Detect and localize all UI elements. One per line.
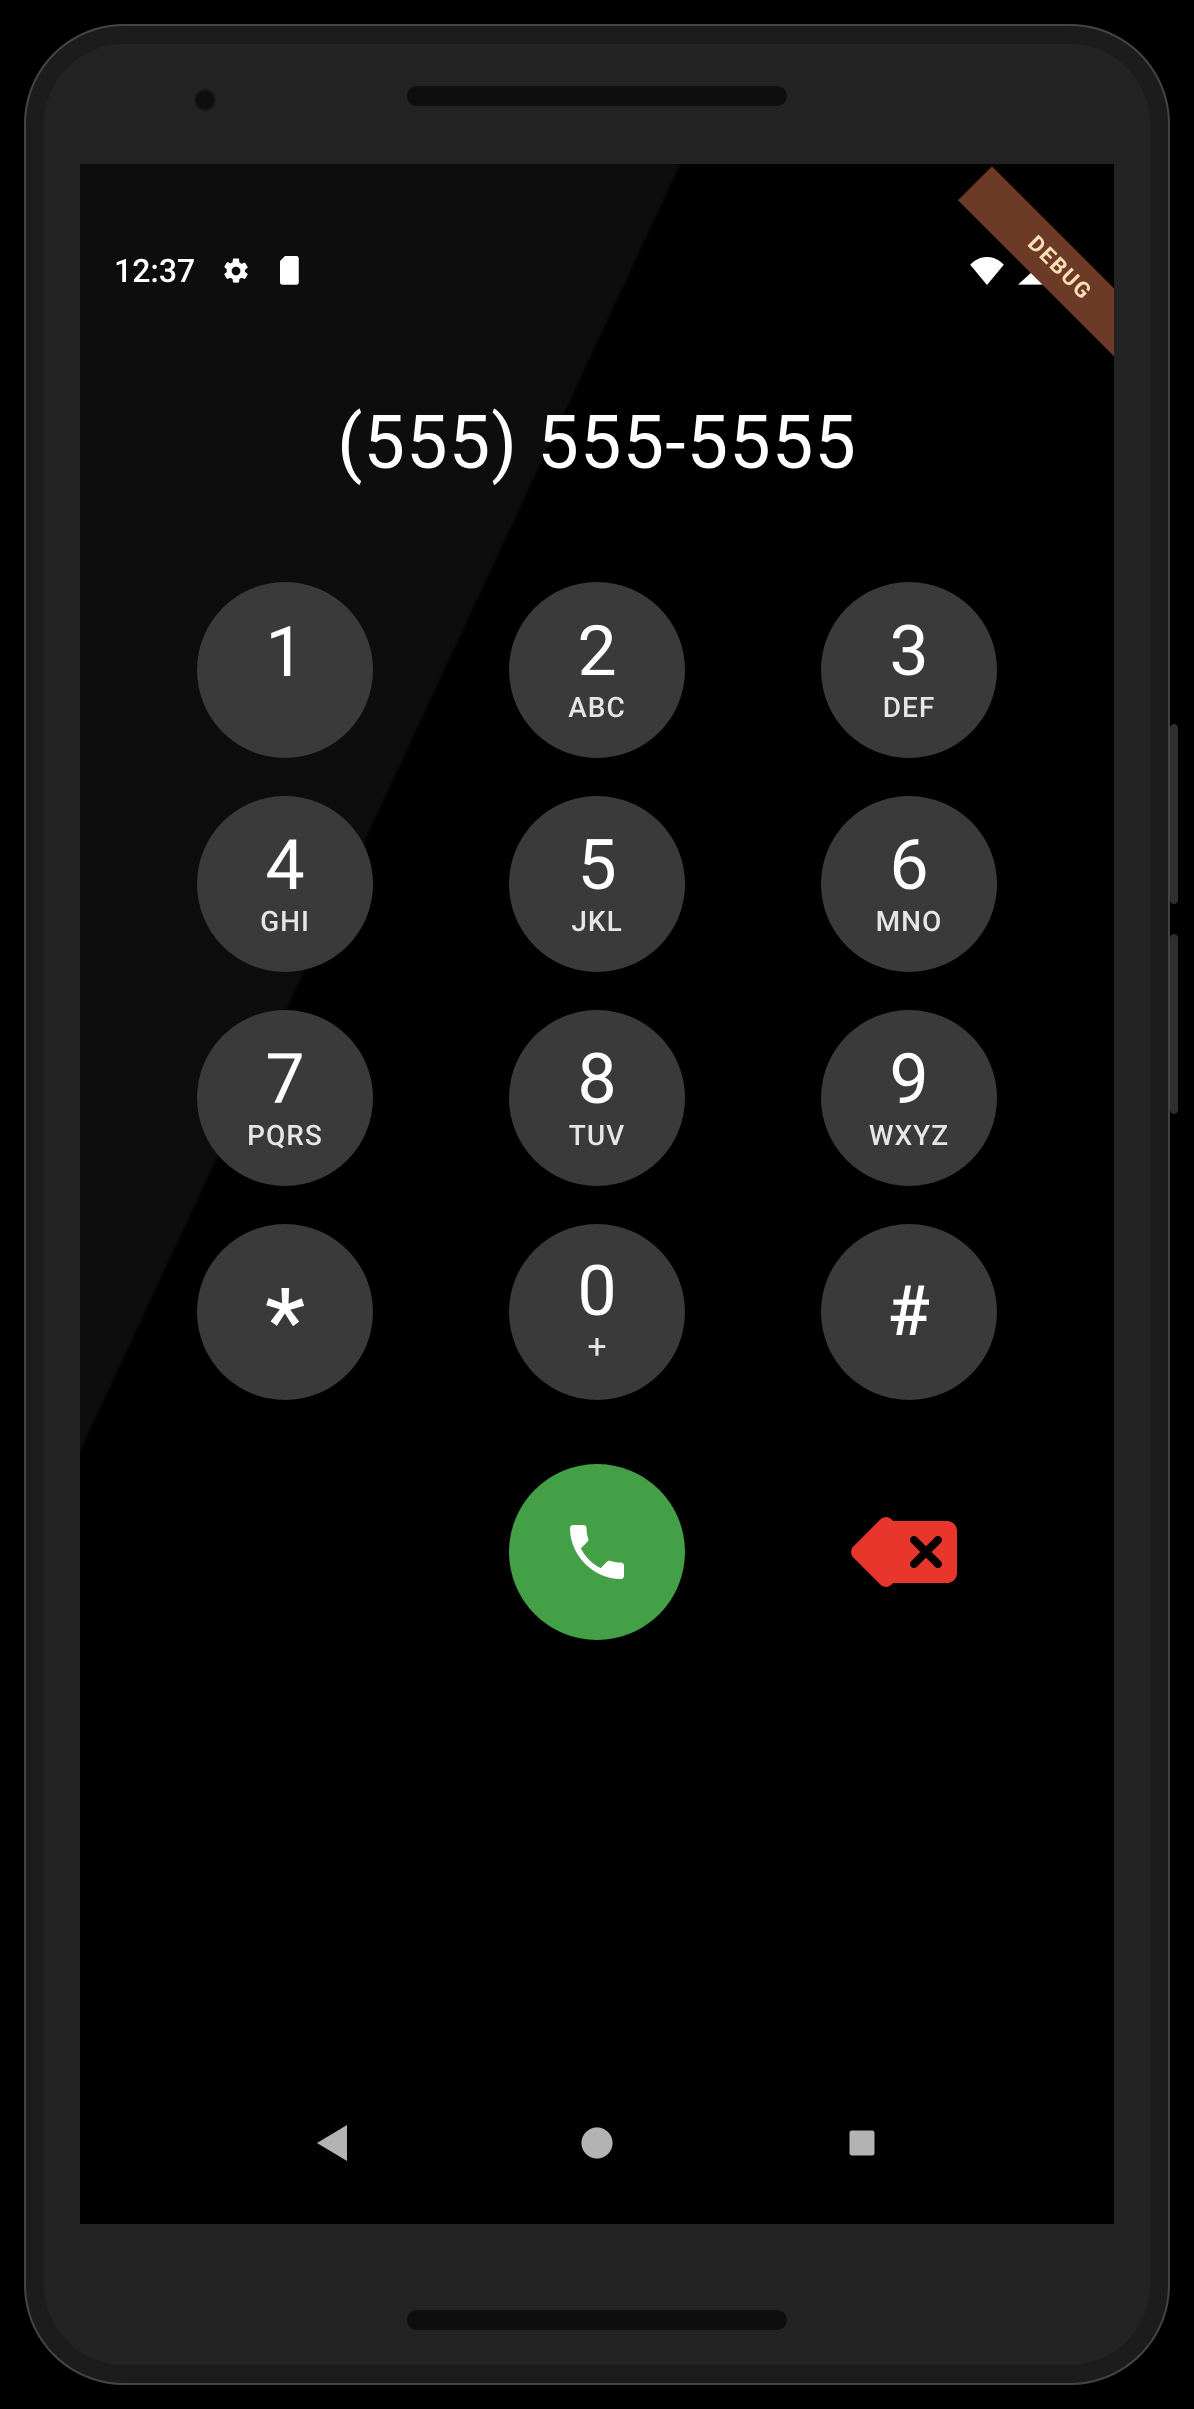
key-digit: * (265, 1266, 305, 1358)
phone-icon (561, 1516, 633, 1588)
key-letters: WXYZ (869, 1119, 949, 1152)
key-digit: 6 (889, 831, 928, 901)
key-letters: DEF (883, 691, 936, 724)
key-5[interactable]: 5 JKL (509, 796, 685, 972)
key-digit: 1 (265, 618, 304, 688)
earpiece-speaker (407, 86, 787, 106)
key-digit: # (888, 1277, 930, 1347)
key-letters: PQRS (247, 1119, 323, 1152)
key-digit: 9 (889, 1045, 928, 1115)
key-digit: 7 (265, 1045, 304, 1115)
battery-icon (1062, 256, 1080, 286)
key-3[interactable]: 3 DEF (821, 582, 997, 758)
action-row (80, 1464, 1114, 1640)
front-camera (194, 89, 216, 111)
key-letters: GHI (260, 905, 310, 938)
nav-recents-button[interactable] (837, 2118, 887, 2168)
status-time: 12:37 (114, 252, 195, 290)
key-letters: ABC (568, 691, 626, 724)
key-7[interactable]: 7 PQRS (197, 1010, 373, 1186)
dialed-number-display: (555) 555-5555 (80, 400, 1114, 487)
status-bar: 12:37 (80, 252, 1114, 290)
key-hash[interactable]: # (821, 1224, 997, 1400)
backspace-button[interactable] (861, 1521, 957, 1583)
key-0[interactable]: 0 + (509, 1224, 685, 1400)
screen: 12:37 (80, 164, 1114, 2224)
key-digit: 4 (265, 831, 304, 901)
nav-home-button[interactable] (572, 2118, 622, 2168)
key-digit: 0 (577, 1257, 616, 1327)
key-letters: MNO (876, 905, 943, 938)
key-1[interactable]: 1 (197, 582, 373, 758)
close-icon (903, 1531, 945, 1573)
key-4[interactable]: 4 GHI (197, 796, 373, 972)
dial-pad: 1 2 ABC 3 DEF 4 GHI 5 JKL (80, 582, 1114, 1400)
bottom-speaker (407, 2310, 787, 2330)
key-9[interactable]: 9 WXYZ (821, 1010, 997, 1186)
key-8[interactable]: 8 TUV (509, 1010, 685, 1186)
key-6[interactable]: 6 MNO (821, 796, 997, 972)
nav-back-button[interactable] (307, 2118, 357, 2168)
sd-card-icon (277, 256, 303, 286)
call-button[interactable] (509, 1464, 685, 1640)
key-digit: 3 (889, 617, 928, 687)
key-letters: JKL (571, 905, 622, 938)
wifi-icon (970, 257, 1004, 285)
key-star[interactable]: * (197, 1224, 373, 1400)
phone-frame: 12:37 (24, 24, 1170, 2385)
key-letters: TUV (569, 1119, 625, 1152)
volume-down-button (1170, 934, 1178, 1114)
key-digit: 8 (577, 1045, 616, 1115)
key-digit: 5 (577, 831, 616, 901)
key-digit: 2 (577, 617, 616, 687)
key-letters: + (587, 1327, 606, 1367)
cellular-icon (1018, 257, 1048, 285)
settings-icon (221, 256, 251, 286)
volume-up-button (1170, 724, 1178, 904)
key-2[interactable]: 2 ABC (509, 582, 685, 758)
android-nav-bar (80, 2118, 1114, 2168)
